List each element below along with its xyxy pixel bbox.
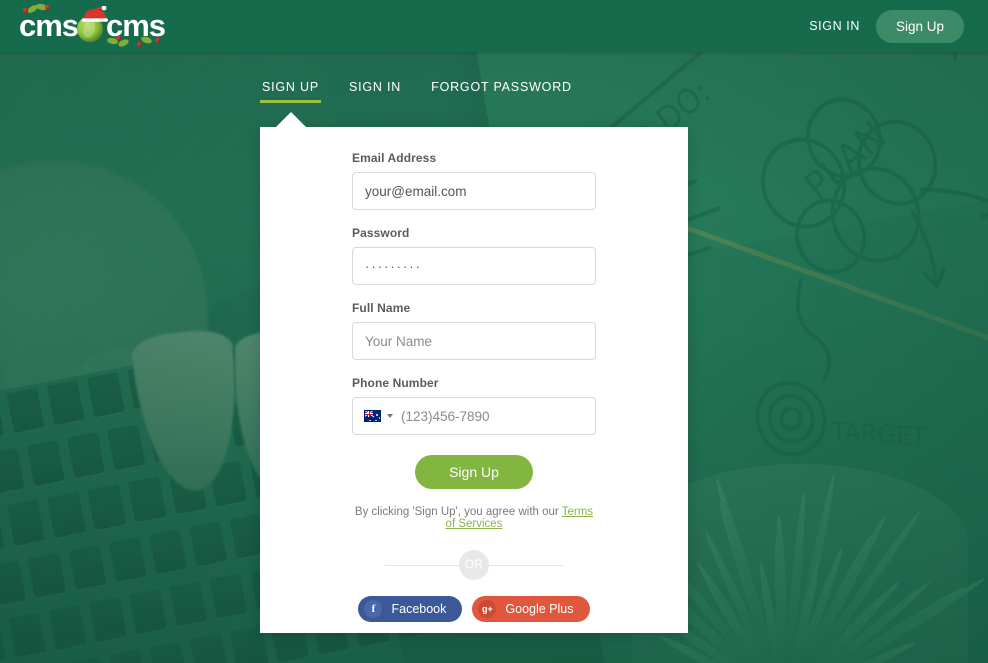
email-input[interactable] — [352, 172, 596, 210]
field-password: Password — [352, 226, 596, 285]
email-label: Email Address — [352, 151, 437, 165]
signup-submit-button[interactable]: Sign Up — [415, 455, 533, 489]
social-login-buttons: f Facebook g+ Google Plus — [352, 596, 596, 622]
or-divider: OR — [385, 550, 563, 580]
logo-text-left: cms — [19, 8, 79, 43]
password-label: Password — [352, 226, 410, 240]
cms2cms-logo[interactable]: cms cms — [19, 2, 169, 48]
or-badge: OR — [459, 550, 489, 580]
phone-input-group — [352, 397, 596, 435]
australia-flag-icon — [364, 410, 381, 422]
logo-text-right: cms — [106, 8, 166, 43]
header-signin-link[interactable]: SIGN IN — [807, 13, 862, 39]
auth-tabs: SIGN UP SIGN IN FORGOT PASSWORD — [260, 80, 574, 103]
facebook-login-button[interactable]: f Facebook — [358, 596, 463, 622]
header-signup-button[interactable]: Sign Up — [875, 9, 964, 43]
tab-sign-in[interactable]: SIGN IN — [347, 80, 403, 103]
phone-country-select[interactable] — [353, 398, 401, 434]
phone-label: Phone Number — [352, 376, 439, 390]
phone-input[interactable] — [401, 398, 595, 434]
field-email: Email Address — [352, 151, 596, 210]
field-phone: Phone Number — [352, 376, 596, 435]
terms-prefix: By clicking 'Sign Up', you agree with ou… — [354, 506, 559, 518]
password-input[interactable] — [352, 247, 596, 285]
google-plus-icon: g+ — [478, 600, 497, 618]
facebook-button-label: Facebook — [391, 602, 447, 616]
tab-forgot-password[interactable]: FORGOT PASSWORD — [429, 80, 574, 103]
field-fullname: Full Name — [352, 301, 596, 360]
signup-card: Email Address Password Full Name Phone N… — [260, 127, 688, 633]
terms-text: By clicking 'Sign Up', you agree with ou… — [352, 506, 596, 530]
google-plus-login-button[interactable]: g+ Google Plus — [472, 596, 590, 622]
fullname-label: Full Name — [352, 301, 411, 315]
signup-form: Email Address Password Full Name Phone N… — [260, 127, 688, 622]
card-pointer-arrow — [276, 112, 306, 127]
google-plus-button-label: Google Plus — [505, 602, 574, 616]
header-auth-actions: SIGN IN Sign Up — [807, 0, 964, 52]
site-header: cms cms SIGN IN Sign Up — [0, 0, 988, 52]
chevron-down-icon — [387, 414, 393, 418]
fullname-input[interactable] — [352, 322, 596, 360]
facebook-icon: f — [364, 600, 383, 618]
tab-sign-up[interactable]: SIGN UP — [260, 80, 321, 103]
